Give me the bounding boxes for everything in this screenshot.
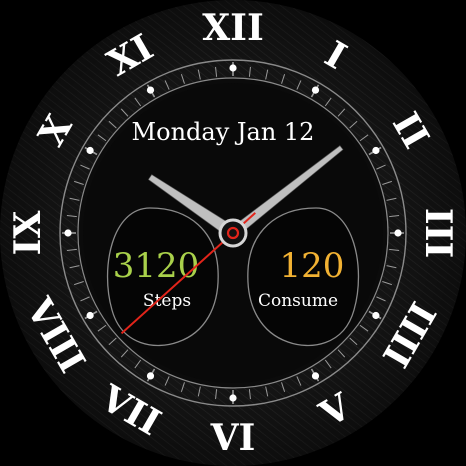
hour-dot: [146, 86, 155, 94]
numeral-xii: XII: [202, 7, 264, 49]
hour-dot: [311, 86, 320, 94]
numeral-iii: III: [417, 208, 459, 259]
hour-dot: [86, 311, 94, 320]
hour-dot: [311, 372, 320, 380]
consume-value: 120: [280, 246, 345, 286]
hour-dot: [146, 372, 155, 380]
hour-dot: [229, 64, 237, 72]
hour-dot: [229, 394, 237, 402]
date-text: Monday Jan 12: [132, 118, 315, 146]
hour-dot: [372, 146, 380, 155]
hour-dot: [64, 229, 72, 237]
watch-face: IIIIIIIIIIVVIVIIVIIIIXXXI XII Monday Jan …: [0, 0, 466, 466]
numeral-vi: VI: [210, 417, 256, 459]
consume-label: Consume: [258, 291, 338, 311]
hour-dot: [372, 311, 380, 320]
steps-value: 3120: [113, 246, 200, 286]
numeral-ix: IX: [7, 211, 49, 256]
center-cap: [218, 218, 248, 248]
hour-dot: [86, 146, 94, 155]
hour-dot: [394, 229, 402, 237]
